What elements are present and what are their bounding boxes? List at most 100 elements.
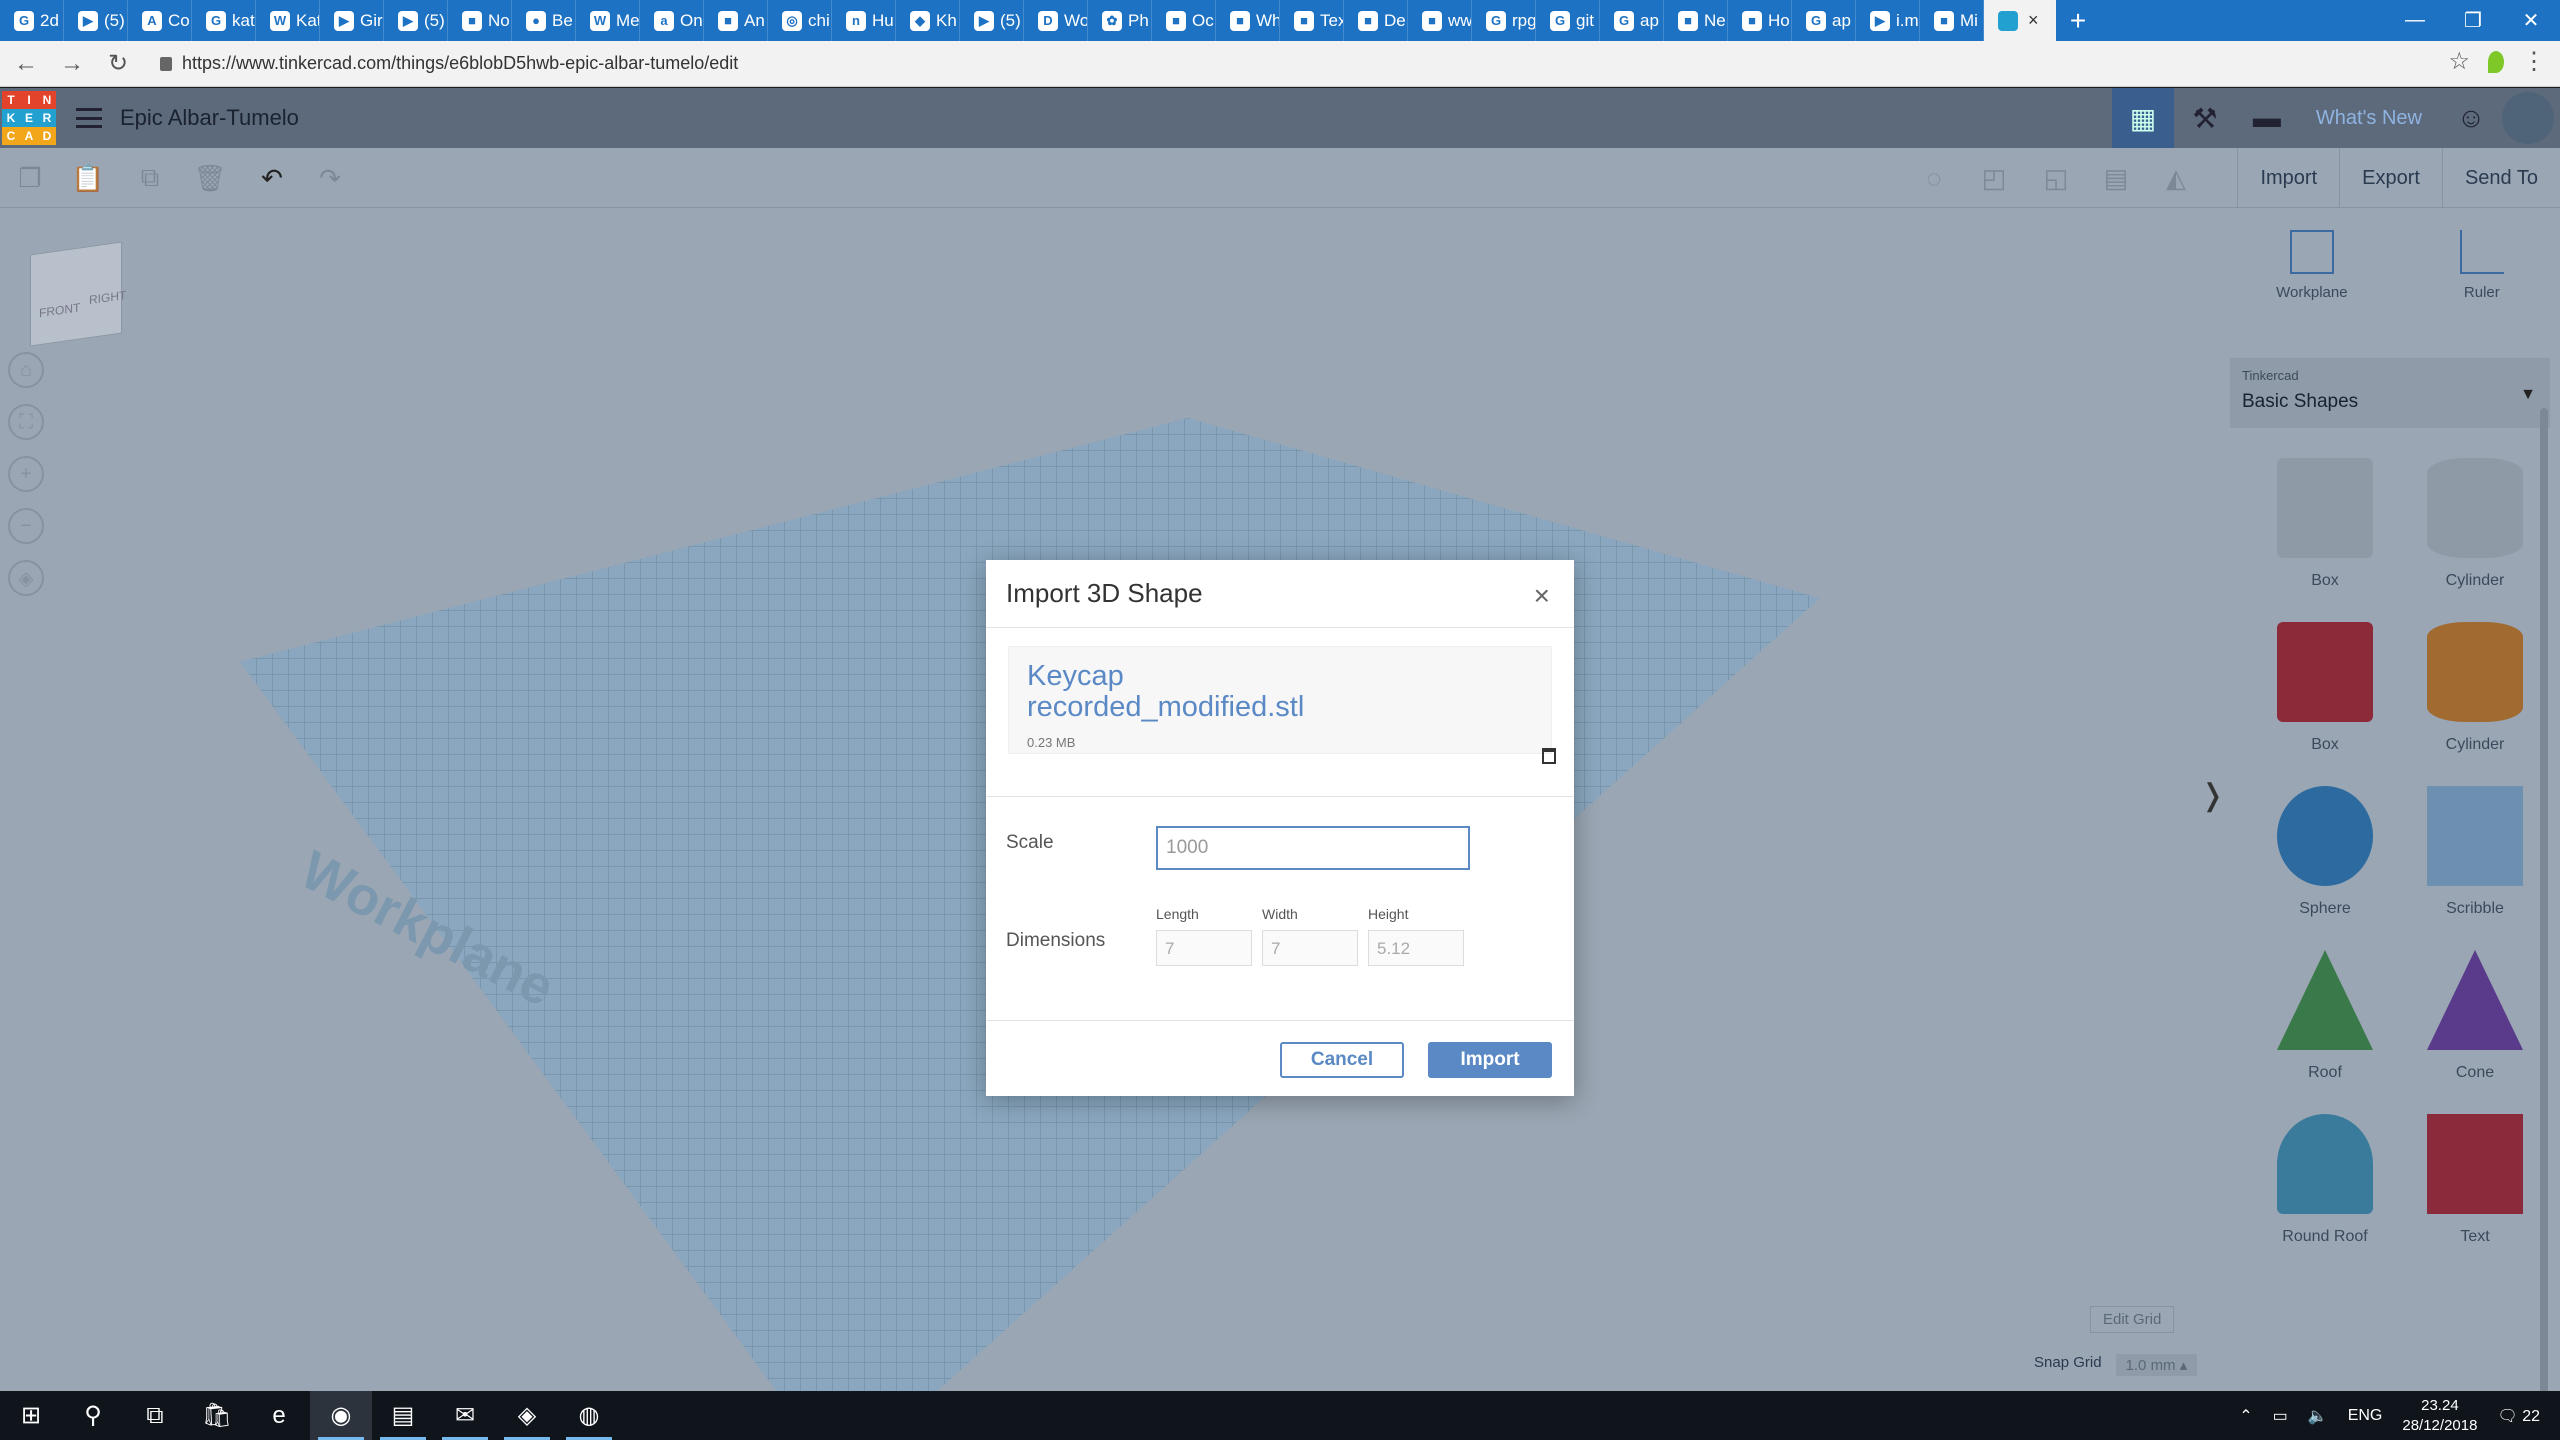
- clock[interactable]: 23.24 28/12/2018: [2402, 1396, 2477, 1436]
- ruler-tool[interactable]: Ruler: [2459, 230, 2504, 348]
- reload-button[interactable]: ↻: [98, 44, 138, 84]
- edge-icon[interactable]: e: [248, 1391, 310, 1440]
- shape-item[interactable]: Scribble: [2400, 786, 2550, 918]
- mail-icon[interactable]: ✉: [434, 1391, 496, 1440]
- import-confirm-button[interactable]: Import: [1428, 1042, 1552, 1078]
- language-indicator[interactable]: ENG: [2348, 1407, 2383, 1425]
- browser-tab[interactable]: ■ Ne: [1664, 0, 1728, 41]
- add-user-icon[interactable]: ☺: [2440, 88, 2502, 148]
- cancel-button[interactable]: Cancel: [1280, 1042, 1404, 1078]
- task-view-icon[interactable]: ⧉: [124, 1391, 186, 1440]
- light-bulb-icon[interactable]: ◌: [1916, 160, 1952, 196]
- back-button[interactable]: ←: [6, 44, 46, 84]
- browser-tab[interactable]: ■ An: [704, 0, 768, 41]
- browser-tab[interactable]: ▶ i.m: [1856, 0, 1920, 41]
- duplicate-icon[interactable]: ⧉: [132, 160, 168, 196]
- shape-item[interactable]: Box: [2250, 458, 2400, 590]
- browser-tab[interactable]: ■ De: [1344, 0, 1408, 41]
- browser-tab[interactable]: ● Be: [512, 0, 576, 41]
- browser-tab[interactable]: ■ Oc: [1152, 0, 1216, 41]
- browser-tab[interactable]: Grpg: [1472, 0, 1536, 41]
- browser-tab[interactable]: Gap: [1600, 0, 1664, 41]
- edit-grid-button[interactable]: Edit Grid: [2090, 1306, 2175, 1333]
- shape-item[interactable]: Roof: [2250, 950, 2400, 1082]
- tray-chevron-icon[interactable]: ⌃: [2239, 1406, 2252, 1426]
- close-window-button[interactable]: ✕: [2502, 0, 2560, 41]
- browser-tab[interactable]: ■ Ho: [1728, 0, 1792, 41]
- shape-item[interactable]: Round Roof: [2250, 1114, 2400, 1246]
- browser-tab[interactable]: Gap: [1792, 0, 1856, 41]
- browser-tab[interactable]: ■ Wh: [1216, 0, 1280, 41]
- ungroup-icon[interactable]: ◱: [2038, 160, 2074, 196]
- browser-tab[interactable]: D Wo: [1024, 0, 1088, 41]
- scale-input[interactable]: [1156, 826, 1470, 870]
- steam-icon[interactable]: ◈: [496, 1391, 558, 1440]
- omnibox[interactable]: https://www.tinkercad.com/things/e6blobD…: [160, 53, 738, 74]
- browser-tab[interactable]: ◆ Kh: [896, 0, 960, 41]
- undo-icon[interactable]: ↶: [254, 160, 290, 196]
- align-icon[interactable]: ▤: [2098, 160, 2134, 196]
- browser-tab[interactable]: ■ No: [448, 0, 512, 41]
- browser-tab[interactable]: Ggit: [1536, 0, 1600, 41]
- browser-tab[interactable]: ◎ chi: [768, 0, 832, 41]
- view-cube[interactable]: FRONT RIGHT: [30, 241, 126, 347]
- close-icon[interactable]: ×: [1534, 580, 1550, 612]
- file-explorer-icon[interactable]: ▤: [372, 1391, 434, 1440]
- 3d-design-view-icon[interactable]: ▦: [2111, 88, 2174, 148]
- chrome-icon[interactable]: ◉: [310, 1391, 372, 1440]
- shape-item[interactable]: Cylinder: [2400, 622, 2550, 754]
- workplane-tool[interactable]: Workplane: [2276, 230, 2348, 348]
- shape-item[interactable]: Cylinder: [2400, 458, 2550, 590]
- trash-icon[interactable]: [1542, 748, 1556, 764]
- redo-icon[interactable]: ↷: [312, 160, 348, 196]
- extension-leaf-icon[interactable]: [2488, 50, 2504, 73]
- shape-item[interactable]: Sphere: [2250, 786, 2400, 918]
- notifications-icon[interactable]: 🗨 22: [2497, 1406, 2540, 1426]
- paste-icon[interactable]: 📋: [70, 160, 106, 196]
- browser-tab[interactable]: a On: [640, 0, 704, 41]
- browser-tab[interactable]: n Hu: [832, 0, 896, 41]
- browser-tab[interactable]: ▶ (5): [960, 0, 1024, 41]
- perspective-icon[interactable]: ◈: [8, 560, 44, 596]
- shape-library-select[interactable]: Tinkercad Basic Shapes ▼: [2230, 358, 2550, 428]
- start-icon[interactable]: ⊞: [0, 1391, 62, 1440]
- home-view-icon[interactable]: ⌂: [8, 352, 44, 388]
- blocks-view-icon[interactable]: ⚒: [2174, 88, 2236, 148]
- minimize-button[interactable]: —: [2386, 0, 2444, 41]
- shape-item[interactable]: Box: [2250, 622, 2400, 754]
- panel-scrollbar[interactable]: [2540, 408, 2548, 1391]
- close-tab-icon[interactable]: ×: [2028, 10, 2039, 31]
- browser-tab[interactable]: W Me: [576, 0, 640, 41]
- avatar[interactable]: [2502, 92, 2554, 144]
- shape-item[interactable]: Text: [2400, 1114, 2550, 1246]
- browser-tab[interactable]: G 2d: [0, 0, 64, 41]
- search-icon[interactable]: ⚲: [62, 1391, 124, 1440]
- snap-grid-select[interactable]: 1.0 mm ▴: [2115, 1354, 2198, 1376]
- design-title[interactable]: Epic Albar-Tumelo: [120, 105, 299, 131]
- zoom-out-icon[interactable]: −: [8, 508, 44, 544]
- send-to-button[interactable]: Send To: [2441, 148, 2560, 208]
- fit-view-icon[interactable]: ⛶: [8, 404, 44, 440]
- zoom-in-icon[interactable]: +: [8, 456, 44, 492]
- browser-tab[interactable]: ▶ (5): [384, 0, 448, 41]
- browser-tab[interactable]: ■ ww: [1408, 0, 1472, 41]
- bookmark-star-icon[interactable]: ☆: [2448, 47, 2470, 76]
- browser-tab[interactable]: ✿ Ph: [1088, 0, 1152, 41]
- copy-icon[interactable]: ❐: [12, 160, 48, 196]
- new-tab-button[interactable]: +: [2056, 0, 2100, 41]
- browser-tab[interactable]: W Kat: [256, 0, 320, 41]
- browser-tab[interactable]: ■ Tex: [1280, 0, 1344, 41]
- volume-icon[interactable]: 🔈: [2308, 1406, 2328, 1426]
- designs-list-icon[interactable]: [76, 108, 102, 128]
- browser-tab[interactable]: ■ Mi: [1920, 0, 1984, 41]
- lessons-view-icon[interactable]: ▬: [2236, 88, 2298, 148]
- browser-tab[interactable]: Gkat: [192, 0, 256, 41]
- url-text[interactable]: https://www.tinkercad.com/things/e6blobD…: [182, 53, 738, 74]
- forward-button[interactable]: →: [52, 44, 92, 84]
- network-icon[interactable]: ▭: [2273, 1406, 2288, 1426]
- export-button[interactable]: Export: [2339, 148, 2442, 208]
- group-icon[interactable]: ◰: [1976, 160, 2012, 196]
- store-icon[interactable]: 🛍: [186, 1391, 248, 1440]
- browser-menu-icon[interactable]: ⋮: [2522, 47, 2546, 76]
- tab-tinkercad-active[interactable]: ×: [1984, 0, 2056, 41]
